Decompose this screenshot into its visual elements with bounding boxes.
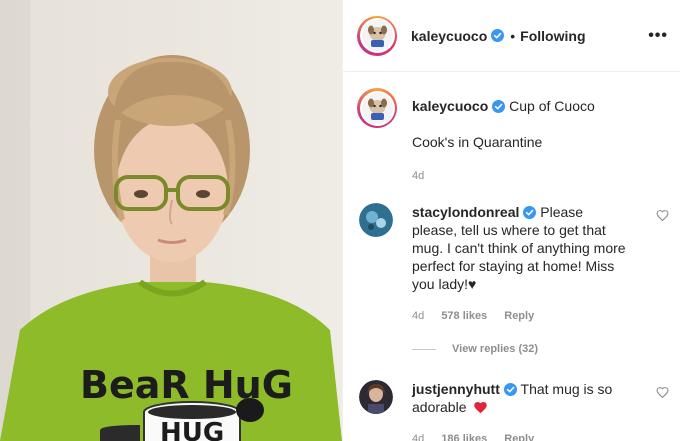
post-photo[interactable]: BeaR HuG HUG xyxy=(0,0,342,441)
verified-badge-icon xyxy=(491,29,505,42)
caption-title: Cup of Cuoco xyxy=(509,98,595,114)
post-header: kaleycuoco • Following ••• xyxy=(343,0,680,72)
caption-username[interactable]: kaleycuoco xyxy=(412,98,488,114)
comment-meta: 4d 186 likes Reply xyxy=(412,430,630,441)
view-replies-label: View replies (32) xyxy=(452,343,539,355)
dog-avatar-icon xyxy=(361,92,393,124)
verified-badge-icon xyxy=(492,100,506,113)
comment-item: justjennyhutt That mug is so adorable 4d… xyxy=(357,380,675,441)
comment-username[interactable]: justjennyhutt xyxy=(412,381,500,397)
like-heart-icon[interactable] xyxy=(656,386,669,399)
following-button[interactable]: Following xyxy=(520,28,585,44)
like-heart-icon[interactable] xyxy=(656,209,669,222)
caption-timestamp[interactable]: 4d xyxy=(412,167,667,185)
author-username[interactable]: kaleycuoco xyxy=(411,28,487,44)
comment-username[interactable]: stacylondonreal xyxy=(412,204,519,220)
comment-timestamp[interactable]: 4d xyxy=(412,310,424,322)
verified-badge-icon xyxy=(503,383,517,396)
mug-text: HUG xyxy=(160,418,224,441)
follow-separator: • xyxy=(510,27,516,44)
post-caption: kaleycuoco Cup of Cuoco Cook's in Quaran… xyxy=(357,88,667,185)
commenter-avatar[interactable] xyxy=(359,380,393,414)
verified-badge-icon xyxy=(523,206,537,219)
photo-illustration: BeaR HuG HUG xyxy=(0,0,342,441)
post-sidebar: kaleycuoco • Following ••• kaleycuoco Cu… xyxy=(342,0,680,441)
comment-timestamp[interactable]: 4d xyxy=(412,433,424,441)
reply-button[interactable]: Reply xyxy=(504,310,534,322)
replies-divider xyxy=(412,348,436,350)
avatar-image xyxy=(359,380,393,414)
caption-avatar[interactable] xyxy=(357,88,397,128)
view-replies-button[interactable]: View replies (32) xyxy=(412,343,538,355)
caption-text: Cook's in Quarantine xyxy=(412,134,543,150)
comment-meta: 4d 578 likes Reply xyxy=(412,307,630,325)
shirt-text: BeaR HuG xyxy=(80,363,293,407)
comment-likes[interactable]: 578 likes xyxy=(441,310,487,322)
avatar-image xyxy=(359,203,393,237)
author-avatar[interactable] xyxy=(357,15,397,56)
commenter-avatar[interactable] xyxy=(359,203,393,237)
dog-avatar-icon xyxy=(361,20,393,51)
more-options-icon[interactable]: ••• xyxy=(648,27,668,45)
reply-button[interactable]: Reply xyxy=(504,433,534,441)
red-heart-emoji-icon xyxy=(474,402,488,414)
comment-likes[interactable]: 186 likes xyxy=(441,433,487,441)
comment-item: stacylondonreal Please please, tell us w… xyxy=(357,203,675,325)
